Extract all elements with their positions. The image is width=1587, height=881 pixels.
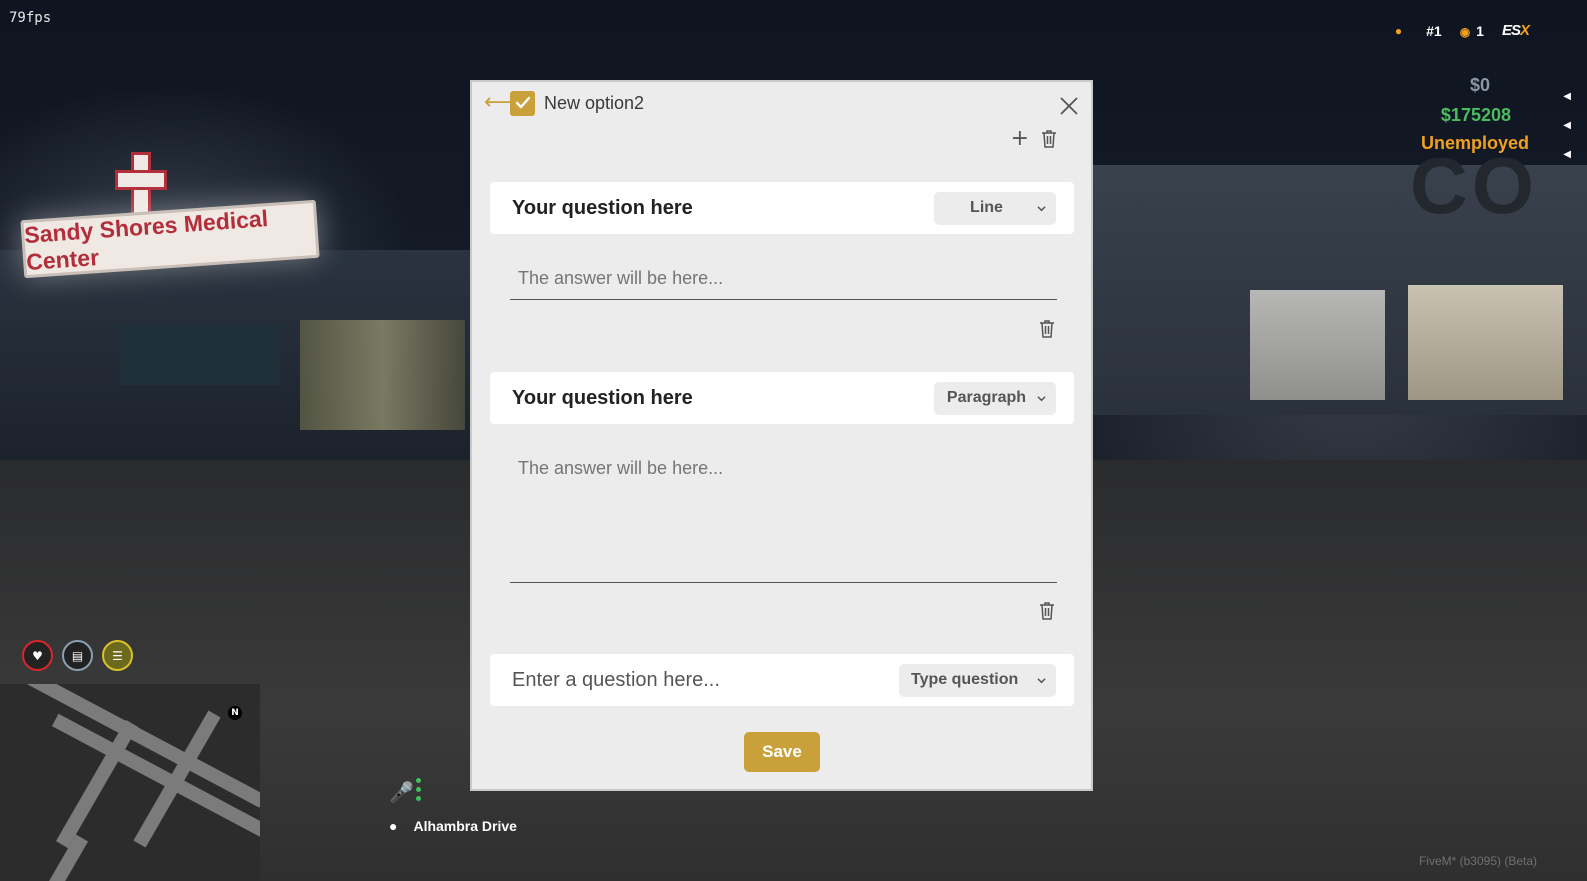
question-card: Your question here Paragraph [490,372,1074,424]
answer-line: The answer will be here... [510,268,1057,300]
trash-icon[interactable] [1039,320,1055,338]
drink-icon: ☰ [102,640,133,671]
form-actions: + [1011,128,1057,150]
plus-icon[interactable]: + [1011,128,1029,150]
form-title[interactable]: New option2 [544,93,644,114]
question-title[interactable]: Your question here [512,387,693,410]
modal-header: ⟵ New option2 [484,88,644,118]
chevron-down-icon [1037,677,1046,683]
hud-top-bar: ● #1 ◉ 1 ESX [1394,22,1530,39]
hud-edge-arrows: ◀ ◀ ◀ [1563,91,1571,160]
online-count-group: ◉ 1 [1460,23,1484,39]
building-window [1408,285,1563,400]
trash-icon[interactable] [1039,602,1055,620]
save-button[interactable]: Save [744,732,820,772]
cash-amount: $0 [1469,75,1490,95]
building-window [1250,290,1385,400]
checkmark-icon [515,96,530,109]
question-type-select[interactable]: Line [934,191,1056,225]
street-name: Alhambra Drive [413,818,517,834]
question-title[interactable]: Your question here [512,197,693,220]
job-label: Unemployed [1420,133,1529,153]
food-icon: ▤ [62,640,93,671]
bank-amount: $175208 [1440,105,1511,125]
coin-icon: ◉ [1459,24,1471,39]
chevron-down-icon [1037,205,1046,211]
voice-level [416,778,422,805]
answer-paragraph: The answer will be here... [510,458,1057,583]
form-editor-modal: ⟵ New option2 + Your question here Line … [470,80,1093,791]
minimap-north-marker: N [228,706,242,720]
online-count: 1 [1476,22,1484,39]
close-icon[interactable] [1057,94,1081,118]
new-question-input[interactable]: Enter a question here... [512,669,720,692]
fps-counter: 79fps [9,10,52,26]
form-checkbox[interactable] [510,90,535,116]
player-id: #1 [1426,22,1442,39]
minimap [0,684,260,881]
new-question-type-select[interactable]: Type question [899,663,1056,697]
heart-icon: ♥ [22,640,53,671]
building-window [120,325,280,385]
chevron-down-icon [1037,395,1046,401]
client-version: FiveM* (b3095) (Beta) [1418,854,1537,868]
building-window [300,320,465,430]
location-pin-icon: ● [389,818,398,834]
new-question-card: Enter a question here... Type question [490,654,1074,706]
status-icons: ♥ ▤ ☰ [22,640,133,671]
back-arrow-icon[interactable]: ⟵ [484,92,516,114]
esx-logo: ESX [1501,22,1530,39]
microphone-icon: 🎤 [389,780,414,804]
street-label: ● Alhambra Drive [389,818,517,834]
person-icon: ● [1394,23,1403,38]
question-card: Your question here Line [490,182,1074,234]
question-type-select[interactable]: Paragraph [934,381,1056,415]
trash-icon[interactable] [1041,130,1057,148]
